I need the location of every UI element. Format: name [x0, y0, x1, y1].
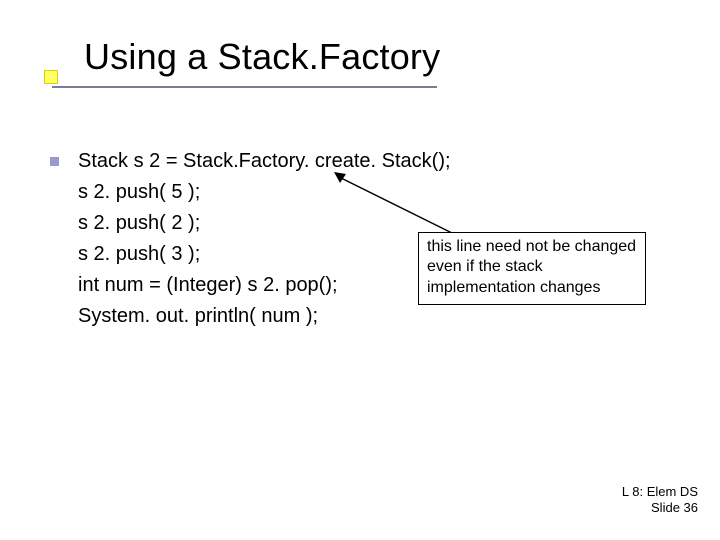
slide: Using a Stack.Factory Stack s 2 = Stack.… [0, 0, 720, 540]
footer-line: Slide 36 [622, 500, 698, 516]
callout-box: this line need not be changed even if th… [418, 232, 646, 305]
slide-footer: L 8: Elem DS Slide 36 [622, 484, 698, 517]
code-line: System. out. println( num ); [78, 301, 451, 332]
code-line: s 2. push( 3 ); [78, 239, 451, 270]
body-bullet-icon [50, 157, 59, 166]
title-bullet-icon [44, 70, 58, 84]
footer-line: L 8: Elem DS [622, 484, 698, 500]
slide-title: Using a Stack.Factory [84, 36, 440, 78]
code-line: int num = (Integer) s 2. pop(); [78, 270, 451, 301]
title-underline [52, 86, 437, 88]
